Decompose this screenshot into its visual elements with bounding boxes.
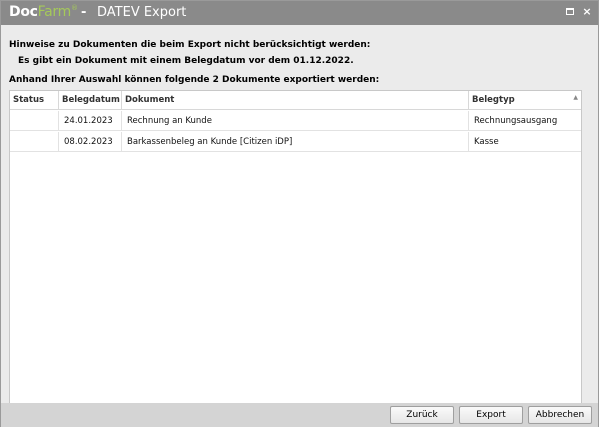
title-separator: - bbox=[81, 5, 87, 20]
table-row[interactable]: 24.01.2023 Rechnung an Kunde Rechnungsau… bbox=[10, 111, 581, 131]
cell-belegtyp: Rechnungsausgang bbox=[474, 116, 558, 126]
cell-dokument: Rechnung an Kunde bbox=[122, 111, 469, 131]
table-row[interactable]: 08.02.2023 Barkassenbeleg an Kunde [Citi… bbox=[10, 132, 581, 152]
column-header-status[interactable]: Status bbox=[10, 91, 59, 110]
column-header-dokument[interactable]: Dokument bbox=[122, 91, 469, 110]
logo-doc: Doc bbox=[9, 4, 38, 20]
table-header: Status Belegdatum Dokument Belegtyp bbox=[10, 91, 581, 110]
close-icon[interactable]: × bbox=[581, 6, 593, 18]
column-header-belegdatum[interactable]: Belegdatum bbox=[59, 91, 122, 110]
cell-belegdatum: 08.02.2023 bbox=[59, 132, 122, 152]
cell-dokument: Barkassenbeleg an Kunde [Citizen iDP] bbox=[122, 132, 469, 152]
cell-status bbox=[10, 132, 59, 152]
back-button[interactable]: Zurück bbox=[390, 406, 454, 424]
dialog-content: Hinweise zu Dokumenten die beim Export n… bbox=[1, 25, 598, 415]
documents-table[interactable]: Status Belegdatum Dokument Belegtyp 24.0… bbox=[9, 90, 582, 415]
cell-status bbox=[10, 111, 59, 131]
logo-registered: ® bbox=[70, 4, 78, 12]
datev-export-window: DocFarm® - DATEV Export × Hinweise zu Do… bbox=[0, 0, 599, 427]
column-header-belegtyp[interactable]: Belegtyp bbox=[469, 91, 582, 110]
hint-item: Es gibt ein Dokument mit einem Belegdatu… bbox=[18, 56, 354, 66]
window-title: DATEV Export bbox=[97, 5, 187, 20]
scroll-up-arrow-icon[interactable]: ▲ bbox=[573, 94, 578, 101]
docfarm-logo: DocFarm® bbox=[9, 4, 78, 20]
hints-heading: Hinweise zu Dokumenten die beim Export n… bbox=[9, 40, 371, 50]
export-button[interactable]: Export bbox=[459, 406, 523, 424]
cell-belegdatum: 24.01.2023 bbox=[59, 111, 122, 131]
button-bar: Zurück Export Abbrechen bbox=[1, 403, 598, 427]
export-heading: Anhand Ihrer Auswahl können folgende 2 D… bbox=[9, 75, 380, 85]
title-bar[interactable]: DocFarm® - DATEV Export × bbox=[1, 1, 598, 25]
maximize-icon[interactable] bbox=[564, 6, 576, 18]
cell-belegtyp: Kasse bbox=[474, 137, 499, 147]
logo-farm: Farm bbox=[37, 4, 72, 20]
cancel-button[interactable]: Abbrechen bbox=[528, 406, 592, 424]
